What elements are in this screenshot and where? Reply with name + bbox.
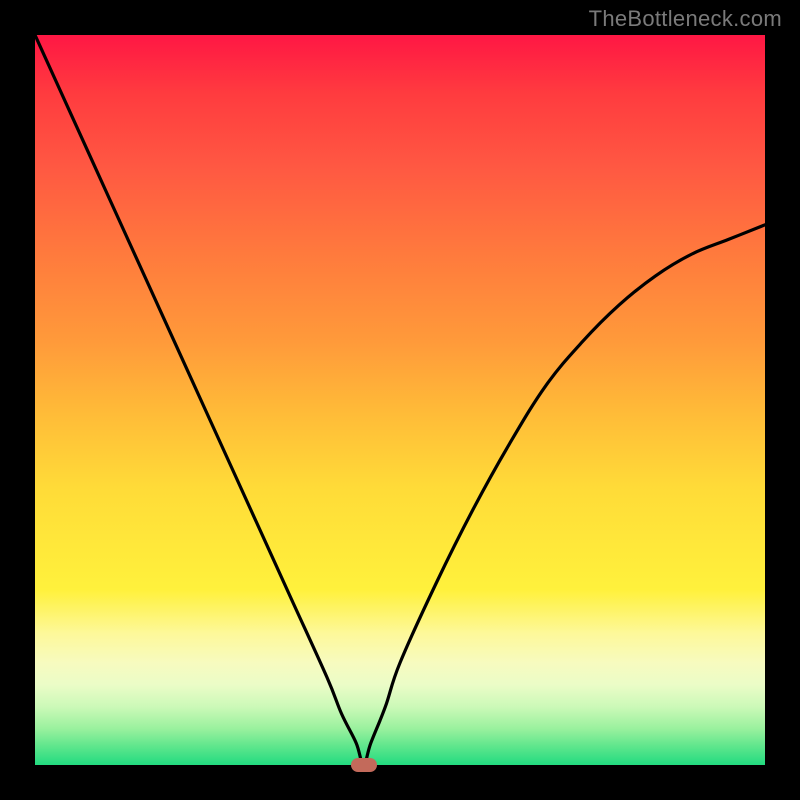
chart-frame: TheBottleneck.com: [0, 0, 800, 800]
plot-area: [35, 35, 765, 765]
watermark-text: TheBottleneck.com: [589, 6, 782, 32]
bottleneck-curve: [35, 35, 765, 765]
optimal-point-marker: [351, 758, 377, 772]
